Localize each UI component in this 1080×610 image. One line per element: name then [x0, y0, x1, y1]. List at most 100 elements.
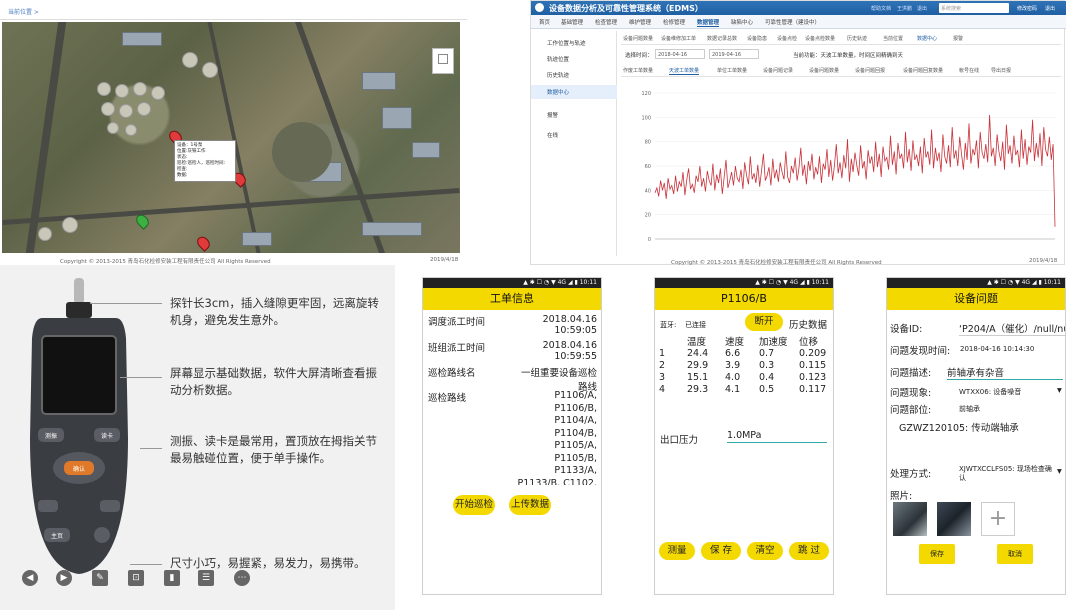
more-icon[interactable]: ⋯ [234, 570, 250, 586]
tab-8[interactable]: 当前位置 [883, 35, 903, 42]
subtab-9[interactable]: 导出日报 [991, 67, 1011, 74]
sidebar-item-alarm[interactable]: 报警 [547, 111, 558, 119]
video-icon[interactable]: ▮ [164, 570, 180, 586]
nav-check[interactable]: 检查管理 [595, 18, 617, 26]
change-password-button[interactable]: 修改密码 [1017, 5, 1037, 12]
skip-button[interactable]: 跳 过 [789, 542, 829, 560]
filter-note: 当前功能：天波工单数量，时间区间精确到天 [793, 53, 904, 59]
subtab-2[interactable]: 天波工单数量 [669, 67, 700, 75]
subtab-4[interactable]: 设备问题记录 [763, 67, 793, 74]
nav-data[interactable]: 数据管理 [697, 18, 720, 27]
part-value[interactable]: 前轴承 [959, 404, 980, 414]
start-inspection-button[interactable]: 开始巡检 [453, 495, 495, 515]
logout-link[interactable]: 退出 [917, 5, 927, 12]
table-cell: 0.209 [799, 348, 827, 359]
subtab-7[interactable]: 设备问题回复数量 [903, 67, 943, 74]
feature-text-screen: 屏幕显示基础数据，软件大屏清晰查看振动分析数据。 [170, 366, 377, 397]
map-tank [107, 122, 119, 134]
sidebar-item-history[interactable]: 历史轨迹 [547, 71, 569, 79]
edms-window: 设备数据分析及可靠性管理系统（EDMS） 帮助文档 王洪鹏 退出 系统搜索 修改… [530, 0, 1066, 266]
tab-3[interactable]: 数据记录总数 [707, 35, 737, 42]
phenomenon-value[interactable]: WTXX06: 设备噪音 [959, 387, 1021, 397]
map-tank [38, 227, 52, 241]
page-title: 设备问题 [887, 288, 1065, 310]
edms-date: 2019/4/18 [1029, 258, 1058, 264]
sidebar-item-data-center[interactable]: 数据中心 [547, 88, 569, 96]
nav-reliability[interactable]: 可靠性管理（建设中） [765, 18, 820, 26]
nav-maintain[interactable]: 维护管理 [629, 18, 651, 26]
callout-line [140, 448, 162, 449]
save-button[interactable]: 保存 [919, 544, 955, 564]
col-header-disp: 位移 [799, 337, 819, 348]
bluetooth-status: 已连接 [685, 321, 706, 329]
tab-5[interactable]: 设备点检 [777, 35, 797, 42]
sidebar-item-track[interactable]: 工作位置与轨迹 [547, 39, 586, 47]
tab-1[interactable]: 设备问题数量 [623, 35, 653, 42]
tab-4[interactable]: 设备隐患 [747, 35, 767, 42]
status-bar: ▲ ✱ ☐ ◔ ▼ 4G ◢ ▮ 10:11 [423, 278, 601, 288]
dispatch-value: 2018.04.16 10:59:05 [542, 314, 597, 336]
device-id-label: 设备ID: [890, 324, 923, 335]
upload-data-button[interactable]: 上传数据 [509, 495, 551, 515]
add-photo-icon[interactable]: + [981, 502, 1015, 536]
filter-bar: 选择时间： 2018-04-16 2019-04-16 当前功能：天波工单数量，… [623, 49, 1059, 61]
date-to-input[interactable]: 2019-04-16 [709, 49, 759, 59]
pressure-input[interactable]: 1.0MPa [727, 430, 827, 443]
subtab-5[interactable]: 设备问题数量 [809, 67, 839, 74]
pen-icon[interactable]: ✎ [92, 570, 108, 586]
device-button-power[interactable] [94, 527, 110, 543]
search-input[interactable]: 系统搜索 [939, 3, 1009, 13]
time-value: 2018-04-16 10:14:30 [960, 345, 1035, 353]
subtab-8[interactable]: 帐号在线 [959, 67, 979, 74]
desc-input[interactable]: 前轴承有杂音 [947, 365, 1063, 380]
user-link[interactable]: 王洪鹏 [897, 5, 912, 12]
dropdown-icon[interactable]: ▾ [1057, 466, 1062, 477]
map-marker-red[interactable] [194, 234, 213, 252]
history-data-button[interactable]: 历史数据 [789, 317, 827, 331]
device-button-1[interactable] [38, 500, 58, 512]
clear-button[interactable]: 清空 [747, 542, 783, 560]
map-tank [151, 86, 165, 100]
disconnect-button[interactable]: 断开 [745, 313, 783, 331]
table-cell: 24.4 [687, 348, 709, 359]
map-building [362, 72, 396, 90]
measure-button[interactable]: 测量 [659, 542, 695, 560]
map-tank [97, 82, 111, 96]
tab-6[interactable]: 设备点检数量 [805, 35, 835, 42]
tab-7[interactable]: 历史轨迹 [847, 35, 867, 42]
sidebar-item-position[interactable]: 轨迹位置 [547, 55, 569, 63]
prev-icon[interactable]: ◀ [22, 570, 38, 586]
photo-thumbnail[interactable] [893, 502, 927, 536]
nav-repair[interactable]: 检修管理 [663, 18, 685, 26]
help-link[interactable]: 帮助文档 [871, 5, 891, 12]
play-icon[interactable]: ▶ [56, 570, 72, 586]
subtab-1[interactable]: 作废工单数量 [623, 67, 653, 74]
tab-2[interactable]: 设备维修加工单 [661, 35, 696, 42]
exit-button[interactable]: 退出 [1045, 5, 1055, 12]
nav-basic[interactable]: 基础管理 [561, 18, 583, 26]
dropdown-icon[interactable]: ▾ [1057, 385, 1062, 396]
handle-value[interactable]: XJWTXCCLFS05: 现场检查确认 [959, 465, 1055, 483]
sidebar-item-online[interactable]: 在线 [547, 131, 558, 139]
device-id-value[interactable]: ‘P204/A（催化）/null/null [959, 321, 1065, 336]
nav-defect[interactable]: 缺陷中心 [731, 18, 753, 26]
subtab-3[interactable]: 单位工单数量 [717, 67, 747, 74]
vibration-meter-device: 测振 读卡 确认 主页 [30, 278, 128, 574]
cancel-button[interactable]: 取消 [997, 544, 1033, 564]
photo-thumbnail[interactable] [937, 502, 971, 536]
device-label-confirm: 确认 [73, 465, 85, 473]
save-button[interactable]: 保 存 [701, 542, 741, 560]
nav-home[interactable]: 首页 [539, 18, 550, 26]
breadcrumb[interactable]: 当前位置 > [8, 7, 39, 16]
map-layer-control[interactable] [432, 48, 454, 74]
satellite-map[interactable]: 设备：1号泵 位置:灰铁工作 状态: 巡检:巡检人，巡检时间: 检查: 数据: [2, 22, 460, 253]
device-button-2[interactable] [100, 500, 120, 512]
tab-10[interactable]: 报警 [953, 35, 963, 42]
tab-9[interactable]: 数据中心 [917, 35, 937, 42]
screenshot-icon[interactable]: ⊡ [128, 570, 144, 586]
map-tank [119, 104, 133, 118]
date-from-input[interactable]: 2018-04-16 [655, 49, 705, 59]
comment-icon[interactable]: ☰ [198, 570, 214, 586]
subtab-6[interactable]: 设备问题回报 [855, 67, 885, 74]
col-header-speed: 速度 [725, 337, 745, 348]
